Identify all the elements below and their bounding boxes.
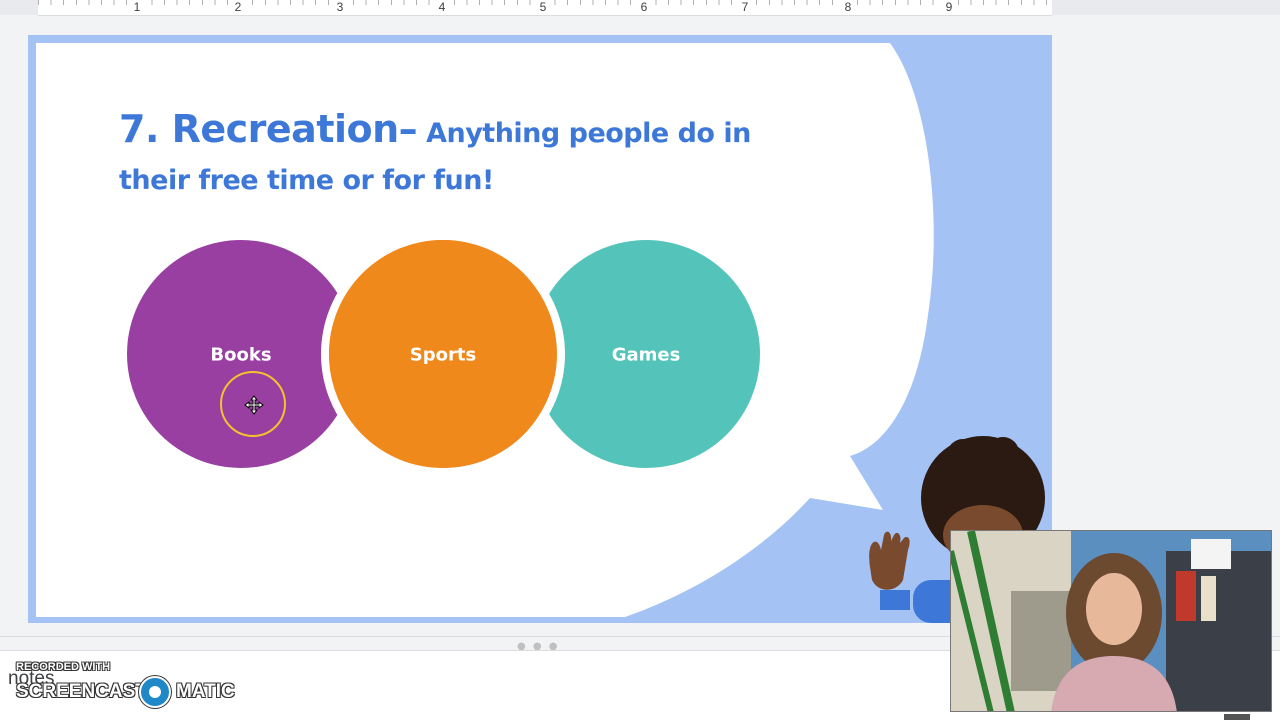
circle-label-sports[interactable]: Sports xyxy=(410,345,476,366)
webcam-video xyxy=(951,531,1271,711)
circle-label-books[interactable]: Books xyxy=(210,345,271,366)
move-cursor-icon xyxy=(244,395,264,415)
ruler-number: 1 xyxy=(131,0,143,15)
ruler-number: 8 xyxy=(842,0,854,15)
title-heading: 7. Recreation– xyxy=(119,107,418,151)
watermark-recorded-with: RECORDED WITH xyxy=(16,661,111,673)
ruler-number: 2 xyxy=(232,0,244,15)
slide-title[interactable]: 7. Recreation– Anything people do in the… xyxy=(119,107,799,206)
ruler-number: 9 xyxy=(943,0,955,15)
ruler-number: 7 xyxy=(739,0,751,15)
slide-canvas[interactable]: 7. Recreation– Anything people do in the… xyxy=(28,35,1052,623)
ruler-number: 5 xyxy=(537,0,549,15)
ruler-corner xyxy=(0,0,38,15)
ruler-number: 6 xyxy=(638,0,650,15)
watermark-matic: MATIC xyxy=(176,681,235,702)
ruler-gutter xyxy=(1052,0,1280,15)
webcam-overlay xyxy=(950,530,1272,712)
watermark-screencast: SCREENCAST xyxy=(16,681,147,702)
scrollbar-thumb[interactable] xyxy=(1224,714,1250,720)
screencast-logo-icon xyxy=(139,676,171,708)
ruler-number: 4 xyxy=(436,0,448,15)
circle-label-games[interactable]: Games xyxy=(612,345,681,366)
ruler-number: 3 xyxy=(334,0,346,15)
